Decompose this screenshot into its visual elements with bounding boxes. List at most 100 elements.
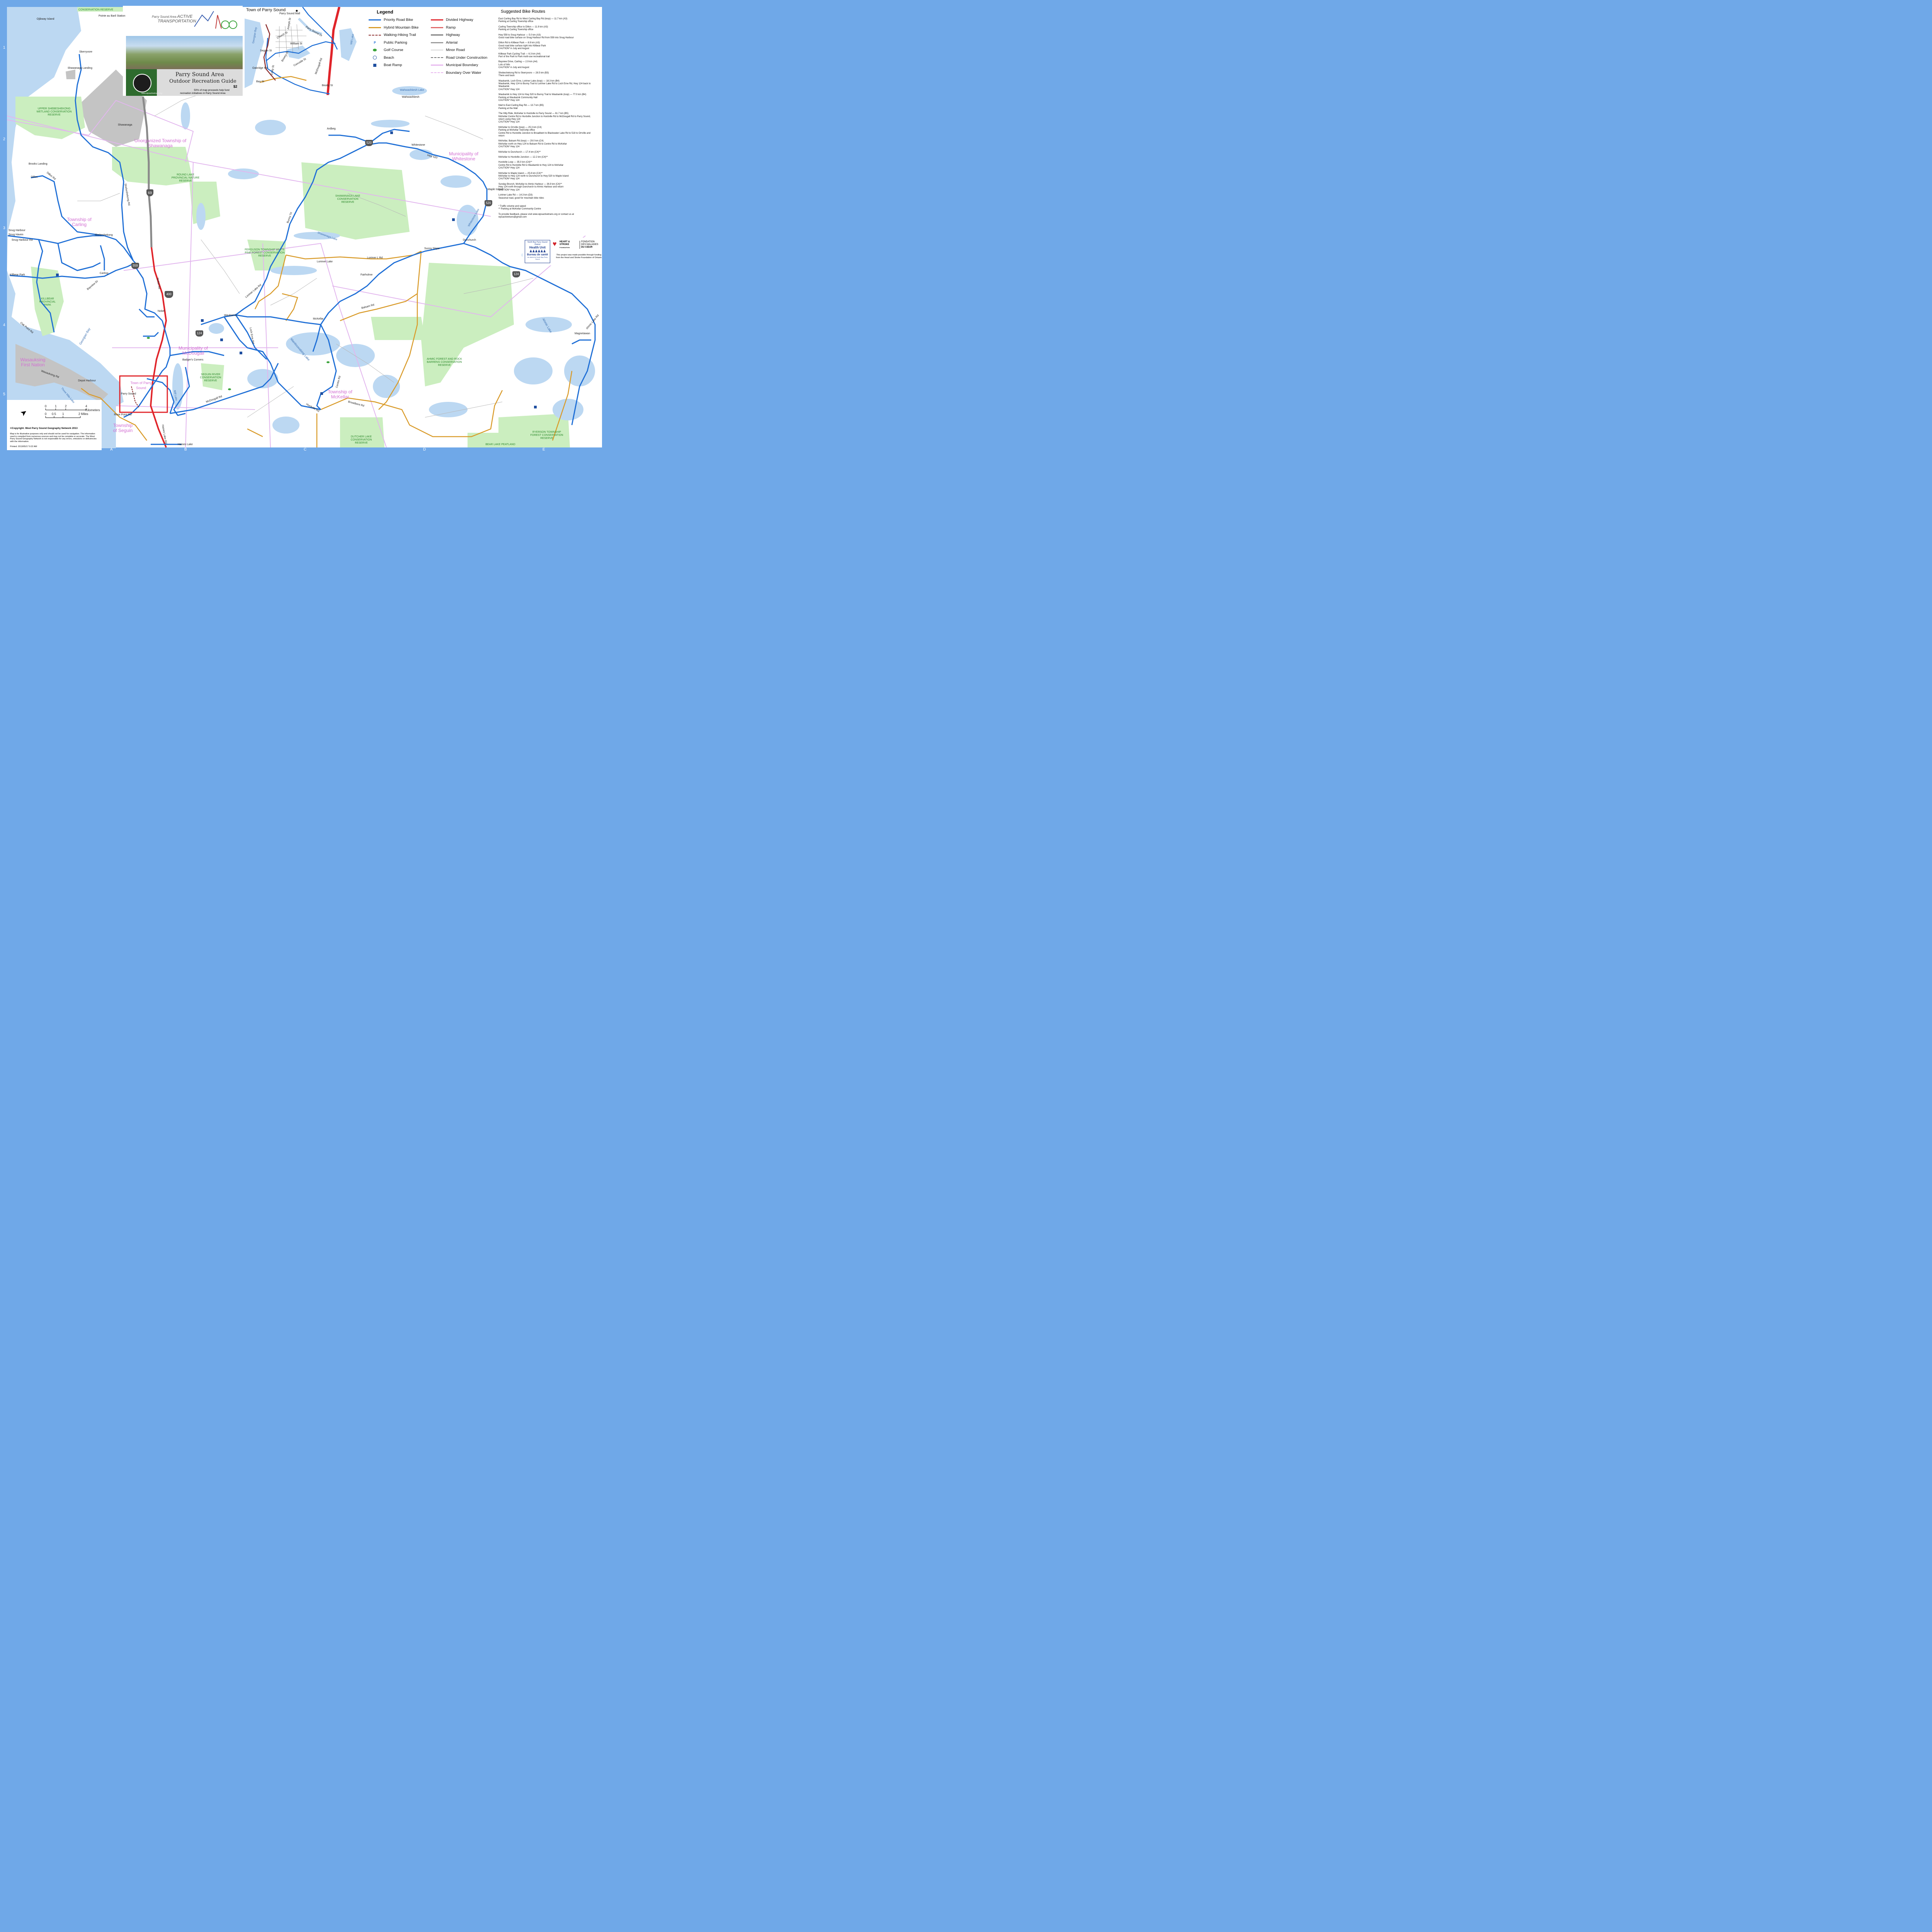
hwy-520b-label: 520 [486,201,491,205]
hu-top: North Bay Parry Sound District [527,241,548,246]
route-note: Parking at Carling Township office [498,29,534,31]
grid-num-5: 5 [3,392,5,396]
hwy-shield-400: 400 [165,291,173,298]
legend-symbol-icon [368,18,381,22]
hs-fr2: DES MALADIES [581,243,599,246]
boat-ramp-icon [452,218,455,221]
twp-seguin: Township of Seguin [113,423,133,433]
route-note: Good road bike surface on Snug Harbour R… [498,37,574,39]
route-title: Hwy 559 to Snug Harbour — 5.0 km (A3) [498,34,541,36]
route-title: McKellar to Hurdville Junction — 12.2 km… [498,156,548,159]
route-item: Mall to East Carling Bay Rd — 13.7 km (B… [498,104,597,110]
place-shawanaga-landing: Shawanaga Landing [68,67,92,70]
routes-footnote1: * Traffic volume and speed [498,205,526,207]
mi-tick-1: 1 [62,412,64,416]
place-ojibway-island: Ojibway Island [37,18,54,20]
legend-item: Arterial [430,40,490,46]
hwy-520-label: 520 [366,141,372,145]
hwy-124b-label: 124 [514,272,519,276]
route-note: Hwy 124 north through Dunchurch to Ahmic… [498,186,564,191]
hs-fr1: FONDATION [581,241,595,243]
legend-title: Legend [377,9,393,15]
grid-num-4: 4 [3,323,5,327]
legend-item: Road Under Construction [430,55,490,61]
route-title: Hurdville Loop — 35.0 km (C4)** [498,161,532,164]
route-title: McKellar to Maple Island — 25.8 km (C4)*… [498,172,543,175]
twp-mcdougall: Municipality of McDougall [178,345,208,356]
legend-item: Municipal Boundary [430,62,490,68]
km-tick-4: 4 Kilometers [85,405,100,412]
legend-item: P Public Parking [368,40,427,46]
road-rose-point-rd: Rose Point Rd [114,413,132,416]
twp-shawanaga: Unorganized Township of Shawanaga [134,138,187,148]
reserve-ferguson: FERGUSON TOWNSHIP WHITE PINE FOREST CONS… [245,248,285,257]
hwy-shield-520: 520 [365,140,373,146]
route-item: Waubamik, Loch Erne, Lorimer Lake (loop)… [498,80,597,92]
legend-label: Beach [384,55,394,60]
grid-letter-c: C [304,447,307,452]
hs-funding: This project was made possible through f… [556,254,602,259]
twp-parry-sound-town: Town of Parry Sound [130,381,152,390]
route-item: McKellar, Balsam Rd (loop) — 29.0 km (C4… [498,140,597,148]
legend-label: Public Parking [384,40,407,45]
place-snug-harbour: Snug Harbour [9,229,26,232]
place-shebeshekong: Shebeshekong [95,234,113,236]
legend-symbol-icon [430,56,444,60]
route-item: McKellar to Maple Island — 25.8 km (C4)*… [498,172,597,181]
reserve-killbear: KILLBEAR PROVINCIAL PARK [39,298,56,306]
cover-price: $2 [233,85,238,88]
route-item: Hurdville Loop — 35.0 km (C4)** Centre Rd… [498,161,597,170]
golf-course-icon [147,337,150,339]
place-killbear-park: Killbear Park [10,274,25,276]
place-dillon: Dillon [31,176,38,179]
reserve-seguin-river: SEGUIN RIVER CONSERVATION RESERVE [200,373,221,382]
partner-logos-panel: North Bay Parry Sound District Health Un… [522,238,602,265]
route-title: Shebeshekong Rd to Skerryvore — 28.5 km … [498,71,549,74]
place-magnetawan: Magnetawan [575,332,590,335]
place-parry-sound: Parry Sound [121,393,136,395]
legend-symbol-icon [430,33,444,37]
legend-symbol-icon [368,48,381,52]
legend-symbol-icon [368,33,381,37]
place-brooks-landing: Brooks Landing [29,163,48,165]
legend-item: Minor Road [430,47,490,53]
hwy-124-label: 124 [197,332,202,335]
legend-item: Walking-Hiking Trail [368,32,427,38]
legend-symbol-icon [430,48,444,52]
twp-mckellar: Township of McKellar [328,389,352,400]
route-item: Waubamik to Hwy 124 to Hwy 520 to Bunny … [498,94,597,102]
cover-title-band: Parry Sound Area Outdoor Recreation Guid… [126,69,243,96]
route-title: East Carling Bay Rd to West Carling Bay … [498,18,568,20]
legend-label: Arterial [446,40,458,45]
route-item: Bayview Drive, Carling — 2.9 km (A4) Lots… [498,61,597,69]
legend-label: Boat Ramp [384,63,402,68]
road-snug-harbour-rd: Snug Harbour Rd [12,239,33,242]
reserve-upper-shebeshekong: UPPER SHEBESHEKONG WETLAND CONSERVATION … [36,107,72,116]
place-depot-harbour: Depot Harbour [78,379,96,382]
cover-header: Parry Sound Area ACTIVE TRANSPORTATION [123,6,243,36]
place-badgers-corners: Badger's Corners [182,359,204,361]
cover-note-line2: recreation initiatives in Parry Sound Ar… [180,92,226,95]
route-item: Carling Township office to Dillon — 11.9… [498,26,597,32]
route-item: McKellar to Dunchurch — 17.4 km (C4)** [498,151,597,154]
town-label-william-st: William St [290,43,303,45]
legend-symbol-icon: P [374,41,376,44]
hu-fr-sub: du district de North Bay-Parry Sound [527,256,548,260]
town-label-oakridge-rd: Oakridge Rd [252,67,268,70]
cyclist-figures-icon [194,11,237,29]
legend-symbol-icon [368,56,381,60]
legend-symbol-icon [430,71,444,75]
hs-fr: FONDATION DES MALADIES DU CŒUR [580,241,598,249]
hwy-shield-69: 69 [146,189,153,196]
legend-label: Hybrid Mountain Bike [384,25,419,30]
route-title: Carling Township office to Dillon — 11.9… [498,26,548,28]
route-title: Mall to East Carling Bay Rd — 13.7 km (B… [498,104,544,107]
legend-item: Beach [368,55,427,61]
route-title: Dillon Rd to Killbear Park — 8.9 km (A3) [498,42,540,44]
route-item: East Carling Bay Rd to West Carling Bay … [498,18,597,24]
hs-name1: HEART & [560,241,570,243]
legend-panel: Legend Priority Road Bike Divided Highway… [365,7,493,77]
grid-num-2: 2 [3,137,5,141]
route-item: McKellar to Orrville (loop) — 25.3 km (C… [498,126,597,138]
hwy-shield-559: 559 [131,263,139,269]
